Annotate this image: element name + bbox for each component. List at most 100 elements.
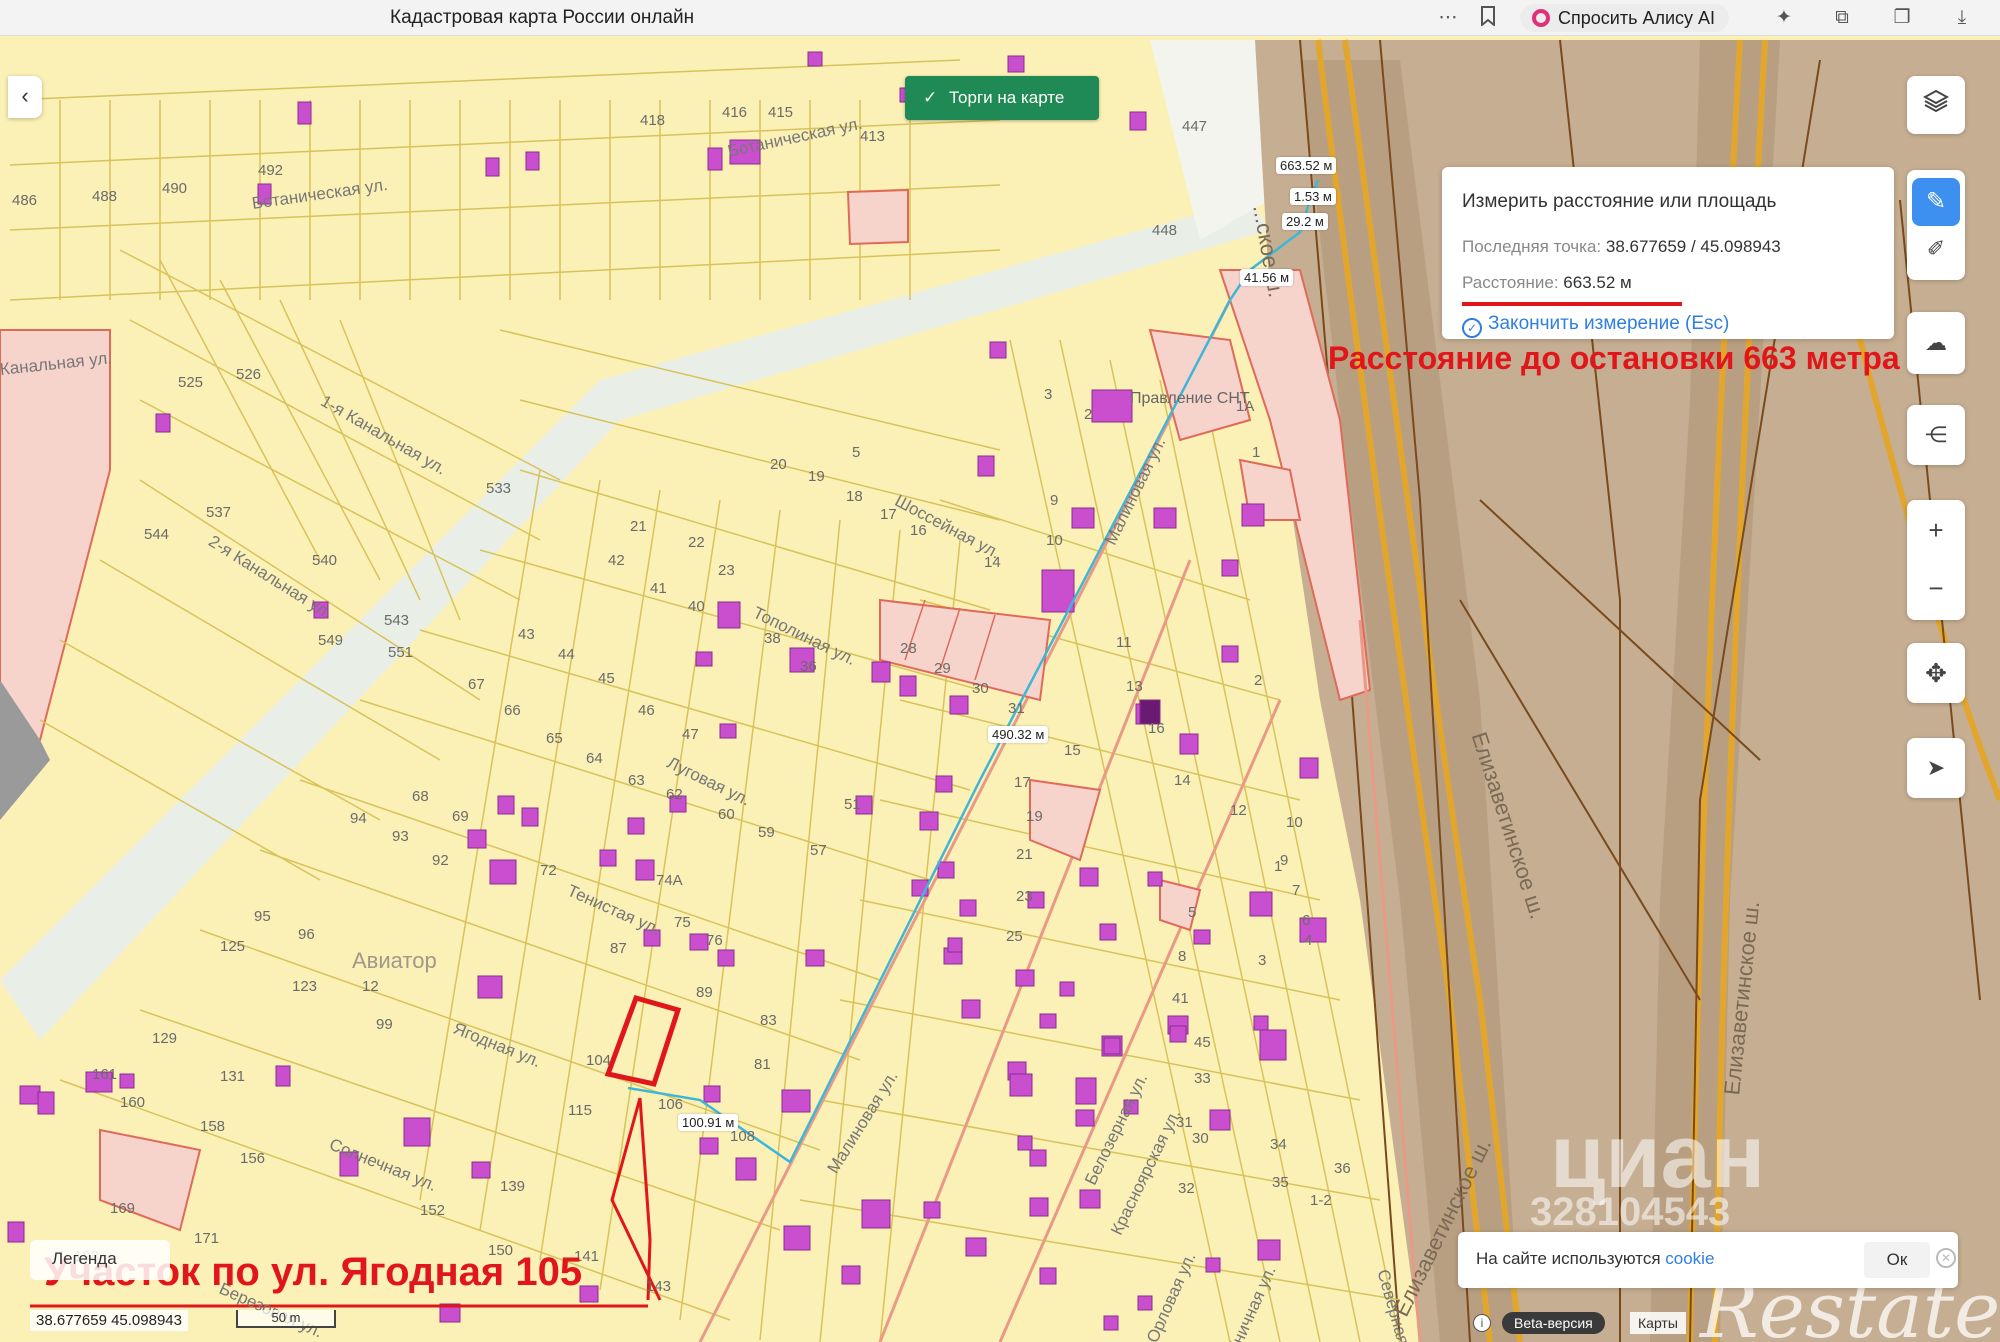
parcel-number: 31 bbox=[1008, 700, 1025, 717]
legend-button[interactable]: Легенда bbox=[30, 1240, 170, 1280]
parcel-number: 63 bbox=[628, 772, 645, 789]
parcel-number: 74А bbox=[656, 872, 683, 889]
parcel-number: 533 bbox=[486, 480, 512, 497]
parcel-number: 18 bbox=[846, 488, 863, 505]
ask-alice-button[interactable]: Спросить Алису AI bbox=[1520, 4, 1730, 32]
cookie-text: На сайте используются cookie bbox=[1476, 1249, 1714, 1269]
parcel-number: 12 bbox=[1230, 802, 1247, 819]
check-circle-icon: ✓ bbox=[1462, 318, 1482, 338]
extensions-puzzle-icon[interactable]: ⧉ bbox=[1830, 6, 1854, 30]
parcel-number: 543 bbox=[384, 612, 410, 629]
alice-icon bbox=[1532, 9, 1550, 27]
close-icon[interactable]: ✕ bbox=[1936, 1248, 1956, 1268]
more-icon[interactable]: ⋯ bbox=[1436, 6, 1460, 30]
parcel-number: 81 bbox=[754, 1056, 771, 1073]
edit-icon: ✐ bbox=[1926, 236, 1946, 261]
cookie-ok-button[interactable]: Ок bbox=[1864, 1242, 1930, 1278]
torgi-label: Торги на карте bbox=[949, 88, 1065, 107]
layers-button[interactable] bbox=[1907, 76, 1965, 134]
measure-panel-title: Измерить расстояние или площадь bbox=[1462, 191, 1777, 212]
parcel-number: 158 bbox=[200, 1118, 226, 1135]
beta-badge[interactable]: Beta-версия bbox=[1502, 1312, 1605, 1334]
parcel-number: 2 bbox=[1254, 672, 1263, 689]
parcel-number: 9 bbox=[1050, 492, 1059, 509]
zoom-in-icon: + bbox=[1928, 515, 1944, 545]
parcel-number: 1 bbox=[1274, 858, 1283, 875]
parcel-number: 19 bbox=[1026, 808, 1043, 825]
parcel-number: 23 bbox=[1016, 888, 1033, 905]
parcel-number: 415 bbox=[768, 104, 794, 121]
parcel-number: 51 bbox=[844, 796, 861, 813]
parcel-number: 490 bbox=[162, 180, 188, 197]
finish-measure-label: Закончить измерение (Esc) bbox=[1488, 313, 1730, 334]
share-button[interactable]: ⋲ bbox=[1907, 405, 1965, 465]
parcel-number: 59 bbox=[758, 824, 775, 841]
tab-title: Кадастровая карта России онлайн bbox=[390, 7, 695, 28]
ask-alice-label: Спросить Алису AI bbox=[1558, 8, 1716, 28]
extension-bird-icon[interactable]: ✦ bbox=[1772, 6, 1796, 30]
parcel-number: 25 bbox=[1006, 928, 1023, 945]
scale-label: 50 m bbox=[271, 1310, 301, 1325]
parcel-number: 41 bbox=[1172, 990, 1189, 1007]
parcel-number: 551 bbox=[388, 644, 414, 661]
finish-measure-button[interactable]: ✓ Закончить измерение (Esc) bbox=[1462, 313, 1729, 338]
parcel-number: 129 bbox=[152, 1030, 178, 1047]
info-icon[interactable]: i bbox=[1473, 1314, 1491, 1332]
parcel-number: 68 bbox=[412, 788, 429, 805]
locate-icon: ➤ bbox=[1926, 755, 1946, 780]
zoom-out-icon: − bbox=[1928, 573, 1944, 603]
poi-label[interactable]: Правление СНТ bbox=[1130, 390, 1250, 408]
zoom-out-button[interactable]: − bbox=[1907, 560, 1965, 620]
parcel-number: 6 bbox=[1302, 912, 1311, 929]
parcel-number: 537 bbox=[206, 504, 232, 521]
downloads-icon[interactable]: ⤓ bbox=[1950, 6, 1974, 30]
parcel-number: 115 bbox=[568, 1102, 592, 1119]
edit-button[interactable]: ✐ bbox=[1920, 236, 1952, 268]
parcel-number: 418 bbox=[640, 112, 666, 129]
locate-button[interactable]: ➤ bbox=[1907, 738, 1965, 798]
back-button[interactable]: ‹ bbox=[8, 76, 42, 118]
upload-button[interactable]: ☁ bbox=[1907, 312, 1965, 374]
parcel-number: 45 bbox=[598, 670, 615, 687]
ruler-button[interactable]: ✎ bbox=[1912, 178, 1960, 226]
watermark-phone: 328104543 bbox=[1530, 1190, 1731, 1234]
parcel-number: 42 bbox=[608, 552, 625, 569]
parcel-number: 4 bbox=[1304, 932, 1313, 949]
parcel-number: 99 bbox=[376, 1016, 393, 1033]
parcel-number: 75 bbox=[674, 914, 691, 931]
parcel-number: 57 bbox=[810, 842, 827, 859]
parcel-number: 17 bbox=[1014, 774, 1031, 791]
parcel-number: 492 bbox=[258, 162, 284, 179]
parcel-number: 125 bbox=[220, 938, 246, 955]
parcel-number: 7 bbox=[1292, 882, 1301, 899]
cloud-upload-icon: ☁ bbox=[1925, 330, 1947, 355]
parcel-number: 549 bbox=[318, 632, 344, 649]
collections-icon[interactable]: ❐ bbox=[1890, 6, 1914, 30]
parcel-number: 486 bbox=[12, 192, 38, 209]
parcel-number: 21 bbox=[1016, 846, 1033, 863]
measure-label-segment: 29.2 м bbox=[1282, 213, 1328, 230]
parcel-number: 526 bbox=[236, 366, 262, 383]
parcel-number: 544 bbox=[144, 526, 170, 543]
parcel-number: 43 bbox=[518, 626, 535, 643]
parcel-number: 92 bbox=[432, 852, 449, 869]
parcel-number: 171 bbox=[194, 1230, 220, 1247]
distance-underline bbox=[1462, 302, 1682, 306]
bookmark-icon[interactable] bbox=[1476, 6, 1500, 30]
cookie-link[interactable]: cookie bbox=[1665, 1249, 1714, 1268]
parcel-number: 44 bbox=[558, 646, 575, 663]
maps-attribution[interactable]: Карты bbox=[1630, 1312, 1686, 1334]
parcel-number: 47 bbox=[682, 726, 699, 743]
legend-label: Легенда bbox=[52, 1249, 117, 1268]
last-point-label: Последняя точка: bbox=[1462, 237, 1602, 256]
parcel-number: 104 bbox=[586, 1052, 612, 1069]
pan-button[interactable]: ✥ bbox=[1907, 643, 1965, 703]
parcel-number: 66 bbox=[504, 702, 521, 719]
zoom-in-button[interactable]: + bbox=[1907, 500, 1965, 560]
parcel-number: 62 bbox=[666, 786, 683, 803]
measure-label-segment: 100.91 м bbox=[678, 1114, 739, 1131]
layers-icon bbox=[1922, 89, 1950, 120]
parcel-number: 95 bbox=[254, 908, 271, 925]
torgi-toggle-button[interactable]: ✓ Торги на карте bbox=[905, 76, 1099, 120]
measure-label-total: 663.52 м bbox=[1276, 157, 1337, 174]
